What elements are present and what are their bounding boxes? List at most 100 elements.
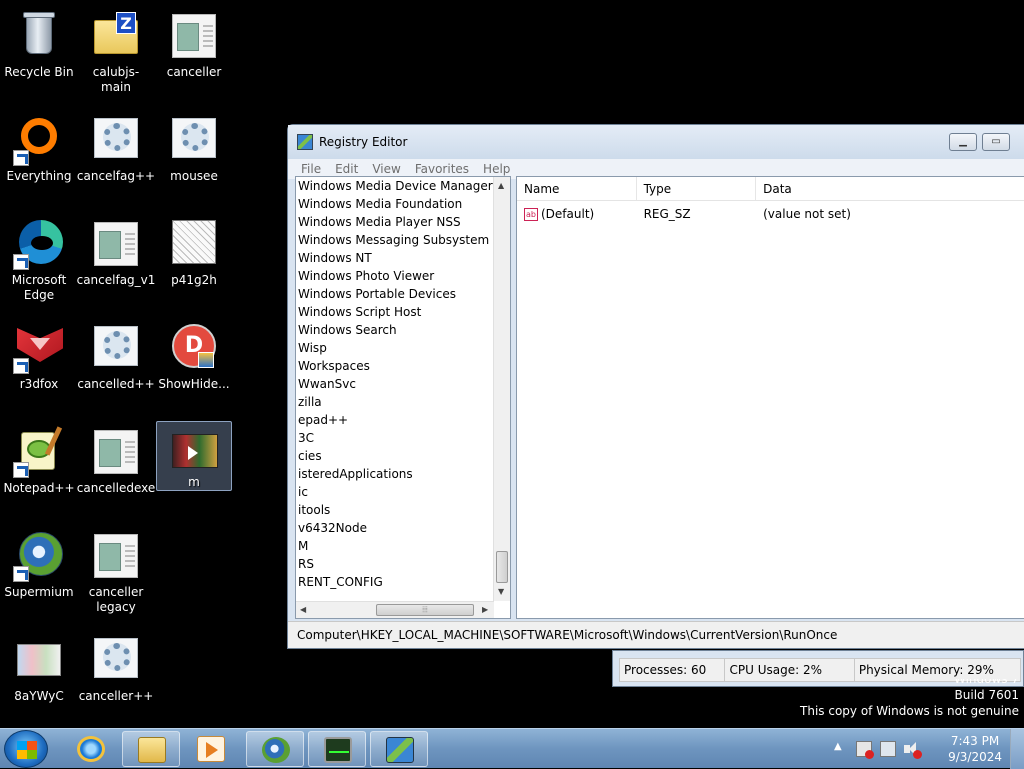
desktop-icon-showhide[interactable]: D ShowHide... — [156, 316, 232, 412]
minimize-button[interactable]: ▁ — [949, 133, 977, 151]
tree-item[interactable]: Windows Media Player NSS — [296, 213, 510, 231]
scroll-thumb[interactable]: ⦙⦙⦙ — [376, 604, 474, 616]
registry-values-list[interactable]: Name Type Data ab (Default) REG_SZ (value… — [516, 176, 1024, 619]
tree-item[interactable]: RENT_CONFIG — [296, 573, 510, 591]
taskbar-task-manager[interactable] — [308, 731, 366, 767]
desktop-icon-8aywyc[interactable]: 8aYWyC — [1, 628, 77, 724]
desktop-icon-calubjs-main[interactable]: Z calubjs-main — [78, 4, 154, 100]
tree-item[interactable]: Workspaces — [296, 357, 510, 375]
desktop-icon-label: 8aYWyC — [14, 689, 64, 703]
windows-logo-icon — [17, 741, 37, 759]
desktop-icon-cancelfag-v1[interactable]: cancelfag_v1 — [77, 212, 155, 308]
registry-key-tree[interactable]: Windows Media Device Manager Windows Medi… — [295, 176, 511, 619]
tree-item[interactable]: cies — [296, 447, 510, 465]
network-icon[interactable] — [880, 741, 896, 757]
tree-item[interactable]: isteredApplications — [296, 465, 510, 483]
desktop-icon-cancelledpp[interactable]: cancelled++ — [77, 316, 155, 412]
start-button[interactable] — [4, 730, 48, 768]
list-item[interactable]: ab (Default) REG_SZ (value not set) — [517, 203, 1024, 225]
application-icon — [90, 530, 142, 582]
desktop-icon-recycle-bin[interactable]: Recycle Bin — [1, 4, 77, 100]
volume-muted-icon[interactable] — [904, 741, 922, 759]
value-type-cell: REG_SZ — [643, 207, 691, 221]
show-desktop-button[interactable] — [1010, 729, 1024, 769]
scroll-right-icon[interactable]: ▶ — [482, 605, 488, 614]
tree-item[interactable]: epad++ — [296, 411, 510, 429]
registry-editor-window[interactable]: Registry Editor ▁ ▭ File Edit View Favor… — [287, 124, 1024, 649]
menu-help[interactable]: Help — [476, 162, 517, 176]
desktop-icon-notepadpp[interactable]: Notepad++ — [1, 420, 77, 516]
menu-file[interactable]: File — [294, 162, 328, 176]
tree-item[interactable]: Wisp — [296, 339, 510, 357]
tree-item[interactable]: Windows Search — [296, 321, 510, 339]
tree-item[interactable]: ic — [296, 483, 510, 501]
maximize-button[interactable]: ▭ — [982, 133, 1010, 151]
desktop-icon-canceller-legacy[interactable]: canceller legacy — [78, 524, 154, 620]
tree-item[interactable]: Windows Photo Viewer — [296, 267, 510, 285]
desktop-icon-cancelfagpp[interactable]: cancelfag++ — [77, 108, 155, 204]
menu-edit[interactable]: Edit — [328, 162, 365, 176]
zip-folder-icon: Z — [90, 10, 142, 62]
taskbar-supermium[interactable] — [246, 731, 304, 767]
taskbar-media-player[interactable] — [182, 731, 240, 767]
tree-item[interactable]: M — [296, 537, 510, 555]
tree-item[interactable]: itools — [296, 501, 510, 519]
column-header-data[interactable]: Data — [756, 177, 1024, 200]
scroll-down-icon[interactable]: ▼ — [498, 587, 504, 596]
tree-item[interactable]: Windows Portable Devices — [296, 285, 510, 303]
tree-item[interactable]: Windows Media Device Manager — [296, 177, 510, 195]
desktop-icon-p41g2h[interactable]: p41g2h — [156, 212, 232, 308]
desktop-icon-supermium[interactable]: Supermium — [1, 524, 77, 620]
desktop-icon-label: canceller legacy — [88, 585, 144, 614]
tree-item[interactable]: Windows NT — [296, 249, 510, 267]
scroll-up-icon[interactable]: ▲ — [498, 181, 504, 190]
scroll-left-icon[interactable]: ◀ — [300, 605, 306, 614]
physical-memory: Physical Memory: 29% — [858, 663, 994, 677]
desktop-icon-m[interactable]: m — [156, 421, 232, 491]
column-header-type[interactable]: Type — [637, 177, 757, 200]
show-hidden-icons-icon[interactable]: ▲ — [834, 741, 842, 752]
column-header-name[interactable]: Name — [517, 177, 637, 200]
desktop-icon-label: Notepad++ — [3, 481, 75, 495]
desktop-icon-cancelledexe[interactable]: cancelledexe — [77, 420, 155, 516]
menu-favorites[interactable]: Favorites — [408, 162, 476, 176]
desktop-icon-everything[interactable]: Everything — [1, 108, 77, 204]
tree-item[interactable]: RS — [296, 555, 510, 573]
desktop-icon-r3dfox[interactable]: r3dfox — [1, 316, 77, 412]
cpu-usage: CPU Usage: 2% — [725, 659, 855, 681]
taskbar-explorer[interactable] — [122, 731, 180, 767]
scroll-thumb[interactable] — [496, 551, 508, 583]
status-bar-path: Computer\HKEY_LOCAL_MACHINE\SOFTWARE\Mic… — [288, 621, 1024, 648]
desktop-icon-label: Recycle Bin — [4, 65, 74, 79]
tree-item[interactable]: Windows Messaging Subsystem — [296, 231, 510, 249]
tree-item[interactable]: Windows Script Host — [296, 303, 510, 321]
image-file-icon — [168, 218, 220, 270]
taskbar: ▲ 7:43 PM 9/3/2024 — [0, 728, 1024, 769]
tree-item[interactable]: WwanSvc — [296, 375, 510, 393]
tree-item[interactable]: v6432Node — [296, 519, 510, 537]
desktop-icon-canceller[interactable]: canceller — [156, 4, 232, 100]
taskbar-registry-editor[interactable] — [370, 731, 428, 767]
taskbar-internet-explorer[interactable] — [62, 731, 120, 767]
window-titlebar[interactable]: Registry Editor ▁ ▭ — [288, 125, 1024, 159]
window-title: Registry Editor — [319, 135, 408, 149]
desktop-icon-cancellerpp[interactable]: canceller++ — [78, 628, 154, 724]
desktop-icon-mousee[interactable]: mousee — [156, 108, 232, 204]
application-icon — [168, 10, 220, 62]
desktop-icon-label: m — [188, 475, 200, 489]
tree-item[interactable]: zilla — [296, 393, 510, 411]
tree-horizontal-scrollbar[interactable]: ◀ ⦙⦙⦙ ▶ — [296, 601, 494, 618]
tree-item[interactable]: Windows Media Foundation — [296, 195, 510, 213]
desktop-icon-label: ShowHide... — [158, 377, 230, 391]
menu-view[interactable]: View — [365, 162, 407, 176]
desktop-icon-label: Microsoft Edge — [11, 273, 67, 302]
tree-vertical-scrollbar[interactable]: ▲ ▼ — [493, 177, 510, 601]
internet-explorer-icon — [77, 736, 105, 762]
action-center-icon[interactable] — [856, 741, 874, 759]
shortcut-arrow-icon — [13, 358, 29, 374]
desktop-icon-label: r3dfox — [19, 377, 59, 391]
desktop-icon-microsoft-edge[interactable]: Microsoft Edge — [1, 212, 77, 308]
shortcut-arrow-icon — [13, 566, 29, 582]
taskbar-clock[interactable]: 7:43 PM 9/3/2024 — [948, 733, 1002, 765]
tree-item[interactable]: 3C — [296, 429, 510, 447]
